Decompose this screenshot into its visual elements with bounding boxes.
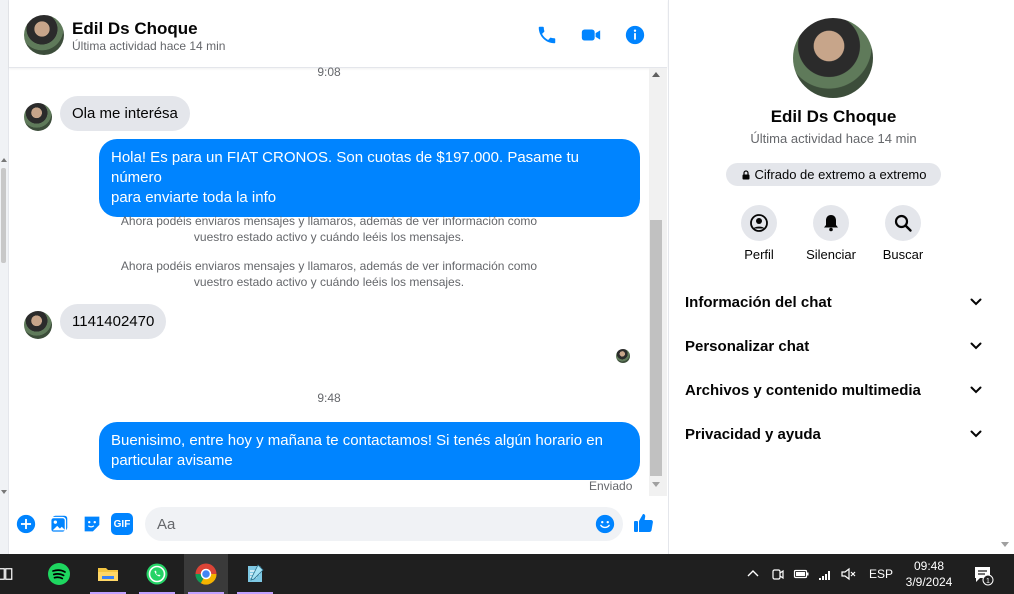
chevron-down-icon	[970, 342, 982, 350]
taskbar-spotify[interactable]	[37, 554, 81, 594]
chevron-down-icon	[970, 298, 982, 306]
taskbar: ESP 09:48 3/9/2024 1	[0, 554, 1014, 594]
lock-icon	[742, 169, 750, 179]
section-label: Información del chat	[685, 293, 832, 311]
message-line: Hola! Es para un FIAT CRONOS. Son cuotas…	[111, 149, 580, 186]
scroll-thumb[interactable]	[650, 220, 662, 476]
profile-icon	[750, 214, 768, 232]
notepad-icon	[248, 564, 264, 582]
chevron-down-icon	[970, 386, 982, 394]
scroll-down-arrow[interactable]	[652, 482, 660, 487]
timestamp: 9:48	[317, 391, 341, 405]
encryption-badge[interactable]: Cifrado de extremo a extremo	[726, 163, 941, 186]
folder-icon	[98, 568, 118, 581]
system-message: Ahora podéis enviaros mensajes y llamaro…	[109, 213, 549, 245]
thumbs-up-icon[interactable]	[632, 511, 656, 535]
chat-scrollbar[interactable]	[649, 68, 667, 496]
conversation-info-panel: Edil Ds Choque Última actividad hace 14 …	[668, 0, 997, 554]
contact-name[interactable]: Edil Ds Choque	[72, 19, 198, 39]
message-line: para enviarte toda la info	[111, 189, 277, 206]
sender-avatar[interactable]	[24, 103, 52, 131]
message-list: 9:08 Ola me interésa Hola! Es para un FI…	[9, 65, 649, 496]
clock-time: 09:48	[913, 559, 945, 573]
profile-label: Perfil	[744, 247, 774, 262]
chrome-icon	[195, 563, 217, 585]
plus-icon[interactable]	[15, 513, 37, 535]
read-receipt-avatar	[616, 349, 630, 363]
taskbar-notepad[interactable]	[233, 554, 277, 594]
mute-action[interactable]: Silenciar	[796, 205, 866, 262]
panel-contact-status: Última actividad hace 14 min	[750, 131, 917, 146]
meet-now-icon[interactable]	[770, 566, 786, 582]
spotify-icon	[48, 563, 70, 585]
phone-icon[interactable]	[536, 24, 558, 46]
system-message-line: Ahora podéis enviaros mensajes y llamaro…	[120, 259, 538, 273]
bell-icon	[824, 215, 838, 232]
scroll-down-arrow[interactable]	[1001, 542, 1009, 547]
incoming-message[interactable]: 1141402470	[60, 304, 167, 339]
section-customize-chat[interactable]: Personalizar chat	[685, 324, 983, 368]
message-input[interactable]	[145, 507, 623, 541]
outgoing-message[interactable]: Buenisimo, entre hoy y mañana te contact…	[99, 422, 640, 480]
chat-window: Edil Ds Choque Última actividad hace 14 …	[9, 0, 667, 554]
system-message: Ahora podéis enviaros mensajes y llamaro…	[109, 258, 549, 290]
taskbar-whatsapp[interactable]	[135, 554, 179, 594]
video-call-icon[interactable]	[580, 24, 602, 46]
panel-scrollbar[interactable]	[997, 0, 1014, 554]
system-message-line: vuestro estado activo y cuándo leéis los…	[193, 275, 465, 289]
clock-date: 3/9/2024	[905, 575, 953, 589]
scroll-down-arrow[interactable]	[1, 490, 7, 494]
whatsapp-icon	[146, 563, 168, 585]
sticker-icon[interactable]	[81, 513, 103, 535]
emoji-icon[interactable]	[594, 513, 616, 535]
profile-action[interactable]: Perfil	[724, 205, 794, 262]
sender-avatar[interactable]	[24, 311, 52, 339]
scroll-up-arrow[interactable]	[1, 158, 7, 162]
mute-label: Silenciar	[806, 247, 856, 262]
message-line: particular avisame	[111, 452, 233, 469]
system-message-line: Ahora podéis enviaros mensajes y llamaro…	[120, 214, 538, 228]
section-privacy-help[interactable]: Privacidad y ayuda	[685, 412, 983, 456]
scroll-thumb[interactable]	[1, 168, 6, 263]
incoming-message[interactable]: Ola me interésa	[60, 96, 190, 131]
battery-icon[interactable]	[793, 566, 809, 582]
notification-count: 1	[986, 578, 990, 585]
section-media-files[interactable]: Archivos y contenido multimedia	[685, 368, 983, 412]
section-label: Personalizar chat	[685, 337, 810, 355]
system-message-line: vuestro estado activo y cuándo leéis los…	[193, 230, 465, 244]
contact-status: Última actividad hace 14 min	[72, 39, 226, 53]
chevron-up-icon[interactable]	[745, 566, 761, 582]
wifi-icon[interactable]	[817, 566, 833, 582]
section-label: Privacidad y ayuda	[685, 425, 821, 443]
encryption-label: Cifrado de extremo a extremo	[754, 167, 927, 182]
info-icon[interactable]	[624, 24, 646, 46]
timestamp: 9:08	[317, 65, 341, 79]
left-scrollbar[interactable]	[0, 0, 9, 554]
notification-icon[interactable]: 1	[972, 564, 994, 586]
section-chat-info[interactable]: Información del chat	[685, 280, 983, 324]
message-composer: GIF	[9, 496, 667, 554]
volume-muted-icon[interactable]	[840, 566, 856, 582]
task-view-icon	[0, 568, 13, 580]
outgoing-message[interactable]: Hola! Es para un FIAT CRONOS. Son cuotas…	[99, 139, 640, 217]
chevron-down-icon	[970, 430, 982, 438]
task-view-button[interactable]	[0, 554, 20, 594]
message-line: Buenisimo, entre hoy y mañana te contact…	[111, 432, 603, 449]
taskbar-file-explorer[interactable]	[86, 554, 130, 594]
contact-avatar-large[interactable]	[793, 18, 873, 98]
gif-icon[interactable]: GIF	[111, 513, 133, 535]
contact-avatar[interactable]	[24, 15, 64, 55]
input-language[interactable]: ESP	[869, 567, 893, 581]
search-label: Buscar	[882, 247, 924, 262]
search-icon	[894, 214, 912, 232]
section-label: Archivos y contenido multimedia	[685, 381, 921, 399]
taskbar-chrome[interactable]	[184, 554, 228, 594]
panel-contact-name: Edil Ds Choque	[770, 107, 897, 126]
chat-header: Edil Ds Choque Última actividad hace 14 …	[9, 0, 667, 68]
photo-icon[interactable]	[48, 513, 70, 535]
search-action[interactable]: Buscar	[868, 205, 938, 262]
sent-status: Enviado	[589, 479, 633, 493]
system-clock[interactable]: 09:48 3/9/2024	[893, 558, 965, 590]
scroll-up-arrow[interactable]	[652, 72, 660, 77]
